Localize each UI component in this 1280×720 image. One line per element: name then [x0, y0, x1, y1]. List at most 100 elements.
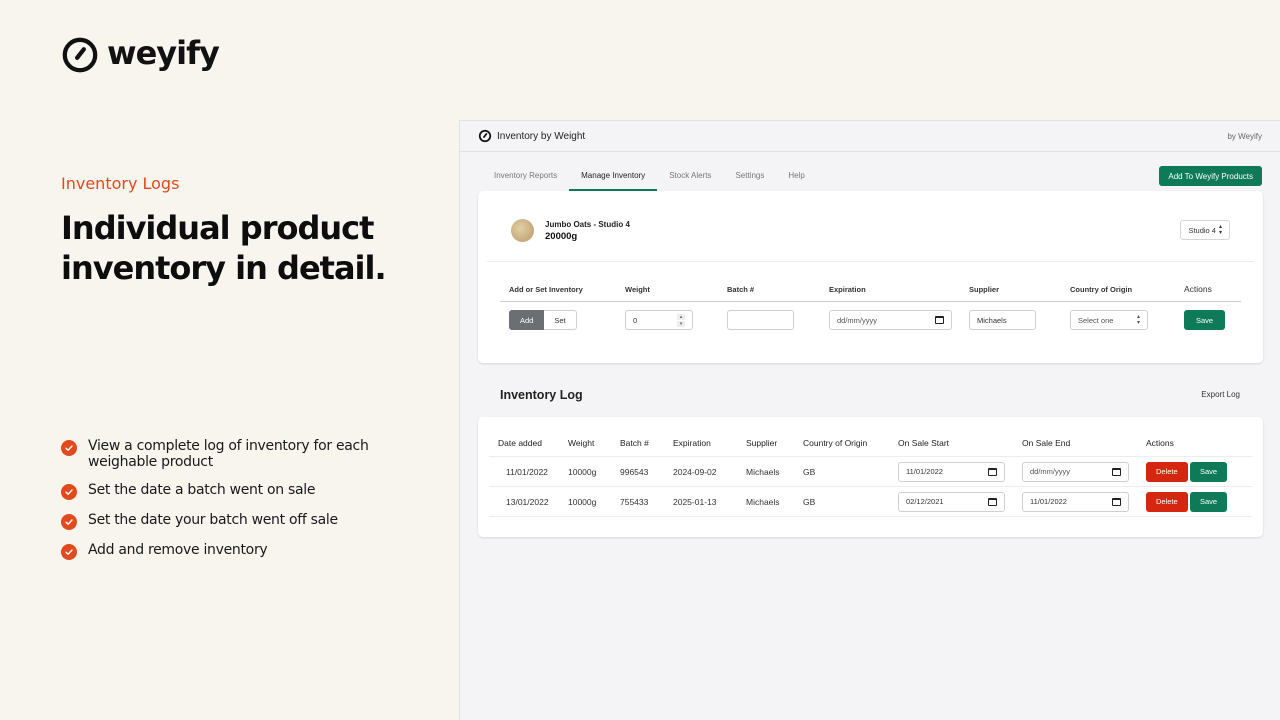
feature-item: Set the date a batch went on sale [61, 482, 391, 500]
supplier-value: Michaels [977, 315, 1007, 325]
feature-item: Add and remove inventory [61, 542, 391, 560]
table-row: 13/01/2022 10000g 755433 2025-01-13 Mich… [489, 487, 1252, 517]
save-inventory-button[interactable]: Save [1184, 310, 1226, 330]
col-header: Supplier [746, 438, 778, 448]
batch-cell: 996543 [620, 466, 649, 477]
col-header: Country of Origin [1070, 285, 1133, 294]
stopwatch-icon [478, 129, 492, 143]
app-header: Inventory by Weight by Weyify [460, 121, 1280, 152]
tab-settings[interactable]: Settings [723, 166, 776, 191]
col-header: Expiration [829, 285, 866, 294]
on-sale-end-value: dd/mm/yyyy [1030, 467, 1071, 476]
inventory-form-header: Add or Set Inventory Weight Batch # Expi… [500, 281, 1241, 302]
batch-input[interactable] [727, 310, 794, 330]
feature-text: View a complete log of inventory for eac… [88, 438, 369, 470]
date-added-cell: 13/01/2022 [506, 496, 549, 507]
product-name: Jumbo Oats - Studio 4 [545, 219, 630, 229]
col-header: Weight [568, 438, 595, 448]
save-button[interactable]: Save [1190, 461, 1228, 482]
brand-name: weyify [107, 34, 220, 72]
weight-input[interactable]: 0 ▴ ▾ [625, 310, 693, 330]
chevron-updown-icon: ▴ ▾ [1218, 224, 1222, 236]
col-header: Expiration [673, 438, 711, 448]
save-button[interactable]: Save [1190, 491, 1228, 512]
on-sale-end-input[interactable]: dd/mm/yyyy [1022, 461, 1129, 482]
expiration-placeholder: dd/mm/yyyy [837, 315, 878, 325]
brand-logo: weyify [61, 34, 220, 74]
tab-manage-inventory[interactable]: Manage Inventory [569, 166, 658, 191]
supplier-input[interactable]: Michaels [969, 310, 1036, 330]
section-eyebrow: Inventory Logs [61, 174, 180, 193]
delete-button[interactable]: Delete [1146, 461, 1188, 482]
add-mode-button[interactable]: Add [509, 310, 545, 330]
check-circle-icon [61, 544, 77, 560]
on-sale-start-input[interactable]: 11/01/2022 [898, 461, 1005, 482]
on-sale-start-input[interactable]: 02/12/2021 [898, 491, 1005, 512]
feature-item: View a complete log of inventory for eac… [61, 438, 391, 470]
supplier-cell: Michaels [746, 466, 780, 477]
inventory-log-title: Inventory Log [500, 388, 583, 402]
feature-list: View a complete log of inventory for eac… [61, 438, 391, 572]
set-mode-button[interactable]: Set [544, 310, 577, 330]
on-sale-end-input[interactable]: 11/01/2022 [1022, 491, 1129, 512]
col-header: Batch # [620, 438, 649, 448]
col-header: Country of Origin [803, 438, 868, 448]
divider [487, 261, 1254, 262]
app-by-label: by Weyify [1227, 131, 1262, 141]
feature-text: Add and remove inventory [88, 542, 268, 558]
col-header: Actions [1184, 284, 1212, 294]
location-select-value: Studio 4 [1188, 225, 1216, 235]
expiration-cell: 2024-09-02 [673, 466, 717, 477]
country-cell: GB [803, 496, 816, 507]
weight-value: 0 [633, 315, 638, 325]
delete-button[interactable]: Delete [1146, 491, 1188, 512]
tab-help[interactable]: Help [776, 166, 816, 191]
expiration-date-input[interactable]: dd/mm/yyyy [829, 310, 952, 330]
col-header: Add or Set Inventory [509, 285, 583, 294]
product-weight: 20000g [545, 230, 578, 242]
feature-text: Set the date your batch went off sale [88, 512, 338, 528]
country-select[interactable]: Select one ▴ ▾ [1070, 310, 1148, 330]
headline: Individual product inventory in detail. [61, 209, 387, 287]
tab-bar: Inventory Reports Manage Inventory Stock… [460, 166, 1280, 191]
weight-cell: 10000g [568, 496, 597, 507]
check-circle-icon [61, 514, 77, 530]
col-header: Date added [498, 438, 542, 448]
calendar-icon[interactable] [935, 316, 944, 324]
col-header: On Sale End [1022, 438, 1071, 448]
check-circle-icon [61, 484, 77, 500]
calendar-icon[interactable] [1112, 467, 1121, 476]
export-log-link[interactable]: Export Log [1201, 390, 1240, 399]
tab-inventory-reports[interactable]: Inventory Reports [482, 166, 569, 191]
calendar-icon[interactable] [988, 467, 997, 476]
add-set-toggle: Add Set [509, 310, 577, 330]
batch-cell: 755433 [620, 496, 649, 507]
feature-item: Set the date your batch went off sale [61, 512, 391, 530]
app-title: Inventory by Weight [497, 130, 586, 142]
calendar-icon[interactable] [1112, 497, 1121, 506]
number-stepper-icon[interactable]: ▴ ▾ [677, 313, 685, 327]
calendar-icon[interactable] [988, 497, 997, 506]
inventory-log-table: Date added Weight Batch # Expiration Sup… [489, 430, 1252, 517]
country-placeholder: Select one [1078, 315, 1114, 325]
expiration-cell: 2025-01-13 [673, 496, 717, 507]
col-header: Actions [1146, 438, 1174, 448]
table-row: 11/01/2022 10000g 996543 2024-09-02 Mich… [489, 457, 1252, 487]
tab-stock-alerts[interactable]: Stock Alerts [657, 166, 723, 191]
add-to-weyify-products-button[interactable]: Add To Weyify Products [1159, 166, 1262, 186]
feature-text: Set the date a batch went on sale [88, 482, 316, 498]
on-sale-end-value: 11/01/2022 [1030, 497, 1067, 506]
col-header: Weight [625, 285, 650, 294]
location-select[interactable]: Studio 4 ▴ ▾ [1180, 220, 1230, 240]
product-card: Jumbo Oats - Studio 4 20000g Studio 4 ▴ ▾… [478, 191, 1263, 363]
inventory-log-card: Date added Weight Batch # Expiration Sup… [478, 417, 1263, 537]
col-header: On Sale Start [898, 438, 950, 448]
check-circle-icon [61, 440, 77, 456]
col-header: Batch # [727, 285, 755, 294]
product-thumbnail [511, 219, 534, 242]
supplier-cell: Michaels [746, 496, 780, 507]
app-window: Inventory by Weight by Weyify Inventory … [459, 120, 1280, 720]
stopwatch-icon [62, 37, 98, 73]
inventory-form-row: Add Set 0 ▴ ▾ dd/mm/yyyy Michaels Select … [500, 309, 1241, 331]
chevron-updown-icon: ▴ ▾ [1136, 314, 1140, 326]
